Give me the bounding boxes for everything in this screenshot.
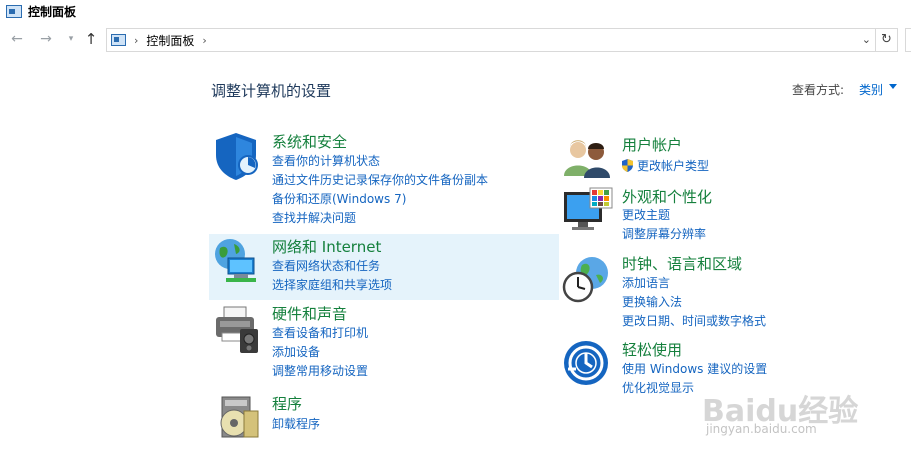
control-panel-icon [6,4,22,18]
printer-icon [216,306,258,353]
breadcrumb-separator-icon[interactable]: › [134,34,138,47]
address-bar[interactable]: › 控制面板 › ⌄ [106,28,876,52]
category-title[interactable]: 系统和安全 [272,131,347,152]
category-programs: 程序 卸载程序 [212,393,552,443]
breadcrumb-separator-icon[interactable]: › [202,34,206,47]
breadcrumb-control-panel[interactable]: 控制面板 [146,32,194,49]
category-title[interactable]: 时钟、语言和区域 [622,253,742,274]
link-change-account-type[interactable]: 更改帐户类型 [622,157,709,174]
clock-globe-icon [562,257,608,303]
link-add-device[interactable]: 添加设备 [272,343,320,360]
forward-arrow-icon[interactable]: → [37,30,55,48]
link-troubleshoot[interactable]: 查找并解决问题 [272,209,356,226]
control-panel-icon [111,34,126,46]
category-user-accounts: 用户帐户 更改帐户类型 [562,134,902,179]
monitor-palette-icon [564,187,613,230]
up-arrow-icon[interactable]: ↑ [82,30,100,48]
view-by-chevron-icon[interactable] [889,84,897,89]
link-view-computer-status[interactable]: 查看你的计算机状态 [272,152,380,169]
view-by-label: 查看方式: [792,83,845,97]
category-system-security: 系统和安全 查看你的计算机状态 通过文件历史记录保存你的文件备份副本 备份和还原… [212,131,552,231]
link-file-history-backup[interactable]: 通过文件历史记录保存你的文件备份副本 [272,171,488,188]
view-by-dropdown[interactable]: 类别 [859,81,883,98]
category-title[interactable]: 程序 [272,393,302,414]
link-add-language[interactable]: 添加语言 [622,274,670,291]
link-recommended-settings[interactable]: 使用 Windows 建议的设置 [622,360,767,377]
category-title[interactable]: 外观和个性化 [622,186,712,207]
programs-disc-icon [220,396,259,438]
category-title[interactable]: 硬件和声音 [272,303,347,324]
link-change-input-method[interactable]: 更换输入法 [622,293,682,310]
navigation-bar: ← → ▾ ↑ › 控制面板 › ⌄ ↻ [0,27,911,53]
link-uninstall-program[interactable]: 卸载程序 [272,415,320,432]
page-title: 调整计算机的设置 [211,82,332,100]
category-appearance: 外观和个性化 更改主题 调整屏幕分辨率 [562,186,902,246]
shield-icon [216,133,258,180]
category-title[interactable]: 网络和 Internet [272,236,381,257]
link-screen-resolution[interactable]: 调整屏幕分辨率 [622,225,706,242]
users-icon [564,140,610,178]
category-title[interactable]: 用户帐户 [622,134,682,155]
watermark-url: jingyan.baidu.com [706,422,817,436]
title-bar: 控制面板 [0,0,911,22]
search-box[interactable] [905,28,911,52]
address-history-chevron-icon[interactable]: ⌄ [862,33,871,46]
ease-of-access-icon [564,341,608,385]
recent-locations-chevron-icon[interactable]: ▾ [62,30,80,48]
category-clock-region: 时钟、语言和区域 添加语言 更换输入法 更改日期、时间或数字格式 [562,253,902,333]
refresh-icon[interactable]: ↻ [876,28,898,52]
network-globe-icon [215,239,256,282]
link-date-time-format[interactable]: 更改日期、时间或数字格式 [622,312,766,329]
back-arrow-icon[interactable]: ← [8,30,26,48]
link-optimize-display[interactable]: 优化视觉显示 [622,379,694,396]
link-devices-printers[interactable]: 查看设备和打印机 [272,324,368,341]
link-network-status[interactable]: 查看网络状态和任务 [272,257,380,274]
link-mobility-settings[interactable]: 调整常用移动设置 [272,362,368,379]
category-network-internet: 网络和 Internet 查看网络状态和任务 选择家庭组和共享选项 [212,236,552,296]
baidu-watermark: Baidu经验 jingyan.baidu.com [700,386,900,446]
link-change-theme[interactable]: 更改主题 [622,206,670,223]
category-title[interactable]: 轻松使用 [622,339,682,360]
window-title: 控制面板 [28,4,77,19]
category-hardware-sound: 硬件和声音 查看设备和打印机 添加设备 调整常用移动设置 [212,303,552,383]
link-homegroup-sharing[interactable]: 选择家庭组和共享选项 [272,276,392,293]
link-backup-restore[interactable]: 备份和还原(Windows 7) [272,190,406,207]
link-change-account-type-label: 更改帐户类型 [637,159,710,173]
uac-shield-icon [622,159,633,172]
